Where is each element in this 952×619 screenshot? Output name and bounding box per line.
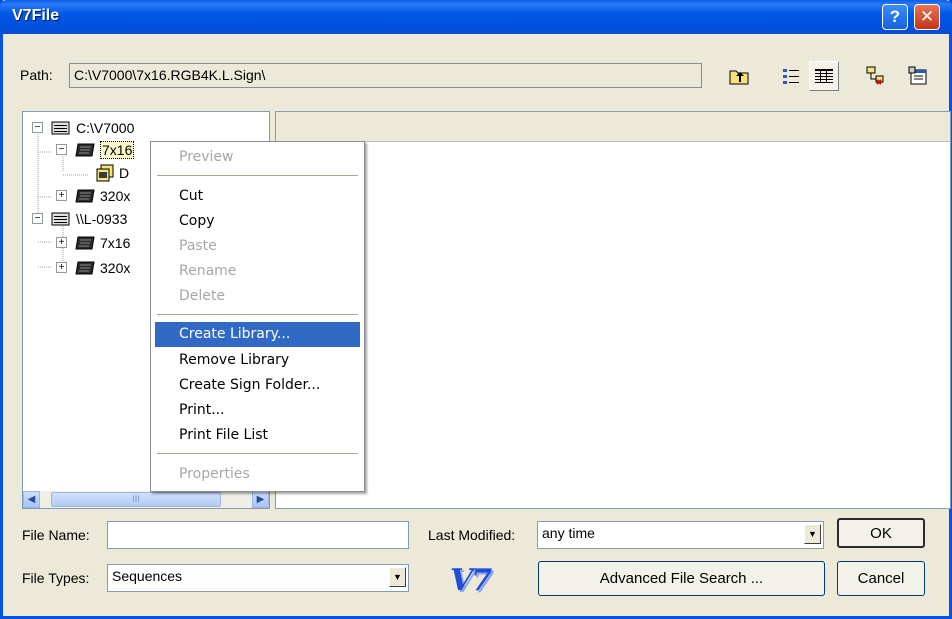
drive-icon: [51, 212, 70, 226]
tree-horizontal-scrollbar[interactable]: ◀ III ▶: [23, 491, 269, 508]
list-view-button[interactable]: [776, 61, 806, 91]
list-header[interactable]: [276, 112, 950, 142]
collapse-icon[interactable]: −: [32, 122, 43, 133]
drive-icon: [51, 121, 70, 135]
last-modified-label: Last Modified:: [428, 527, 516, 543]
file-list[interactable]: [275, 111, 951, 509]
menu-item-delete[interactable]: Delete: [155, 284, 360, 309]
context-menu: Preview Cut Copy Paste Rename Delete Cre…: [150, 141, 365, 492]
sign-icon: [75, 261, 95, 275]
ok-button[interactable]: OK: [837, 518, 925, 548]
tree-node-label: 7x16: [100, 141, 135, 159]
window-title: V7File: [12, 7, 60, 24]
menu-item-print[interactable]: Print...: [155, 398, 360, 423]
scroll-thumb[interactable]: III: [51, 492, 221, 507]
menu-item-copy[interactable]: Copy: [155, 209, 360, 234]
sign-icon: [75, 143, 95, 157]
menu-separator: [157, 175, 358, 176]
path-field: C:\V7000\7x16.RGB4K.L.Sign\: [69, 63, 702, 88]
file-types-value: Sequences: [112, 568, 183, 584]
expand-icon[interactable]: +: [56, 237, 67, 248]
tree-node-label: 320x: [100, 188, 131, 204]
menu-item-cut[interactable]: Cut: [155, 184, 360, 209]
sign-icon: [75, 236, 95, 250]
file-name-input[interactable]: [107, 521, 409, 549]
menu-separator: [157, 314, 358, 315]
properties-icon: [908, 66, 927, 85]
help-button[interactable]: ?: [882, 4, 908, 30]
library-icon: [96, 164, 114, 182]
menu-item-create-sign-folder[interactable]: Create Sign Folder...: [155, 373, 360, 398]
title-bar[interactable]: V7File ? ✕: [0, 0, 952, 34]
menu-item-create-library[interactable]: Create Library...: [155, 322, 360, 347]
v7-logo: V7: [450, 563, 492, 598]
collapse-icon[interactable]: −: [56, 144, 67, 155]
cancel-button[interactable]: Cancel: [837, 561, 925, 596]
v7file-dialog: V7File ? ✕ Path: C:\V7000\7x16.RGB4K.L.S…: [0, 0, 952, 619]
sign-icon: [75, 189, 95, 203]
tree-node-label: 320x: [100, 260, 131, 276]
details-view-button[interactable]: [809, 61, 839, 91]
properties-button[interactable]: [903, 61, 933, 91]
details-view-icon: [815, 69, 833, 83]
last-modified-value: any time: [542, 525, 595, 541]
chevron-down-icon[interactable]: ▼: [804, 524, 821, 544]
up-folder-button[interactable]: [724, 61, 754, 91]
path-label: Path:: [20, 67, 53, 83]
expand-icon[interactable]: +: [56, 262, 67, 273]
menu-separator: [157, 453, 358, 454]
file-types-label: File Types:: [22, 570, 90, 586]
menu-item-paste[interactable]: Paste: [155, 234, 360, 259]
network-button[interactable]: [860, 61, 890, 91]
network-icon: [866, 66, 884, 85]
list-view-icon: [783, 69, 799, 84]
menu-item-print-file-list[interactable]: Print File List: [155, 423, 360, 448]
collapse-icon[interactable]: −: [32, 213, 43, 224]
up-folder-icon: [729, 70, 749, 85]
last-modified-select[interactable]: any time ▼: [537, 521, 824, 549]
close-button[interactable]: ✕: [914, 4, 940, 30]
chevron-down-icon[interactable]: ▼: [389, 567, 406, 587]
scroll-left-icon[interactable]: ◀: [23, 491, 40, 508]
menu-item-rename[interactable]: Rename: [155, 259, 360, 284]
menu-item-properties[interactable]: Properties: [155, 462, 360, 487]
menu-item-preview[interactable]: Preview: [155, 145, 360, 170]
tree-node-label: D: [119, 165, 130, 181]
file-name-label: File Name:: [22, 527, 90, 543]
expand-icon[interactable]: +: [56, 190, 67, 201]
menu-item-remove-library[interactable]: Remove Library: [155, 348, 360, 373]
scroll-right-icon[interactable]: ▶: [252, 491, 269, 508]
advanced-search-button[interactable]: Advanced File Search ...: [538, 561, 825, 596]
tree-node-label: \\L-0933: [76, 211, 128, 227]
file-types-select[interactable]: Sequences ▼: [107, 564, 409, 592]
tree-node-label: 7x16: [100, 235, 131, 251]
tree-node-label: C:\V7000: [76, 120, 135, 136]
